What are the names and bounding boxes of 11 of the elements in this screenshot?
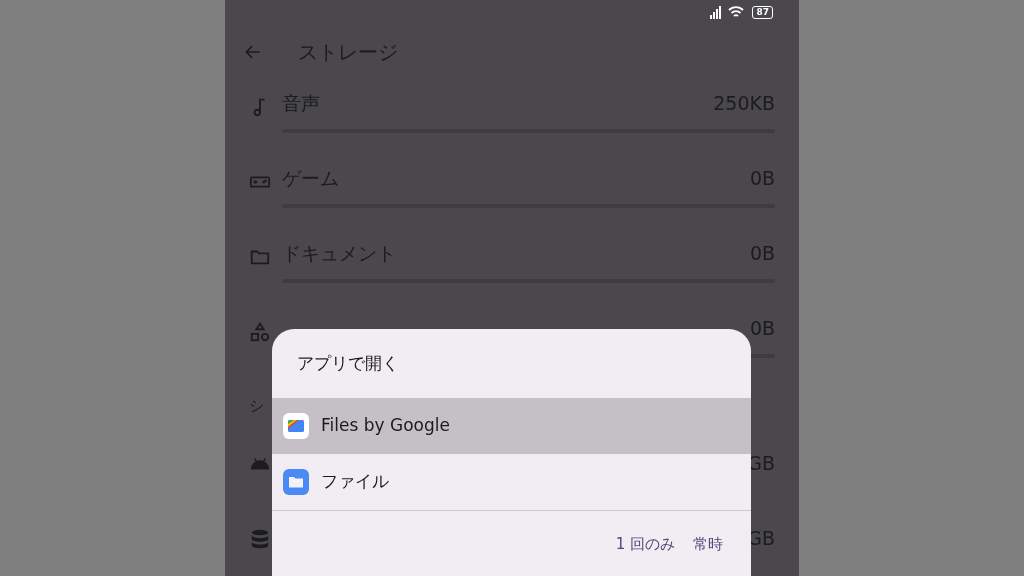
shapes-icon: [249, 321, 271, 343]
dialog-button[interactable]: 1 回のみ: [609, 527, 681, 562]
database-icon: [249, 527, 271, 550]
battery-level: 87: [752, 5, 773, 19]
wifi-icon: [728, 5, 745, 20]
folder-app-icon: [283, 469, 309, 495]
files-app-icon: [283, 413, 309, 439]
dialog-button[interactable]: 常時: [687, 527, 729, 562]
app-option[interactable]: Files by Google: [272, 398, 751, 454]
dialog-title: アプリで開く: [296, 351, 400, 375]
app-option[interactable]: ファイル: [272, 454, 751, 510]
